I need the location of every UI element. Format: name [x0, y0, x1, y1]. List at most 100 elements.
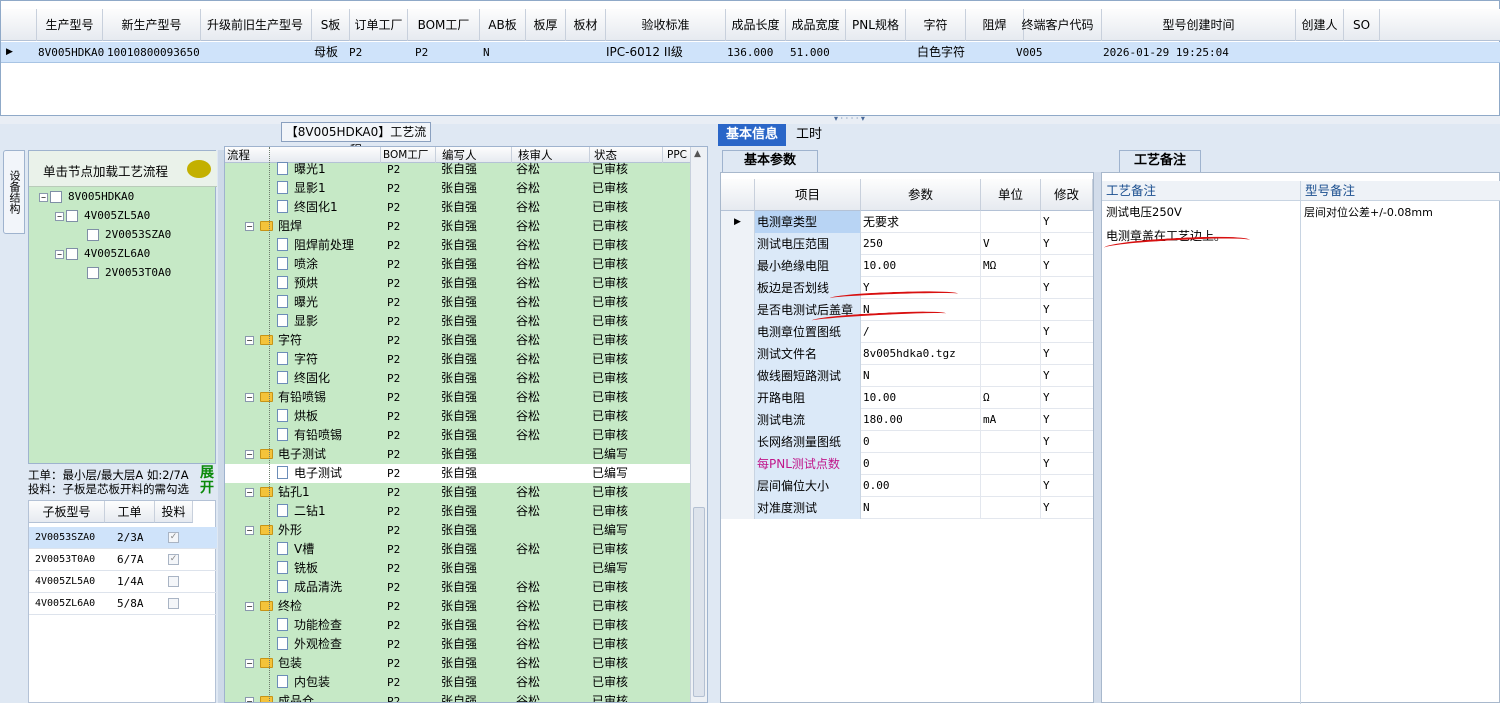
- reviewer-cell[interactable]: 谷松: [516, 331, 540, 350]
- reviewer-cell[interactable]: 谷松: [516, 198, 540, 217]
- flow-row[interactable]: 铣板 P2 张自强 已编写: [225, 559, 691, 578]
- param-edit-cell[interactable]: Y: [1041, 233, 1093, 255]
- param-edit-cell[interactable]: Y: [1041, 255, 1093, 277]
- flow-name-cell[interactable]: V槽: [277, 540, 314, 559]
- reviewer-cell[interactable]: 谷松: [516, 654, 540, 673]
- writer-cell[interactable]: 张自强: [441, 350, 477, 369]
- param-row[interactable]: 测试文件名 8v005hdka0.tgz Y: [721, 343, 1093, 365]
- cell-char[interactable]: 白色字符: [917, 42, 965, 63]
- writer-cell[interactable]: 张自强: [441, 236, 477, 255]
- sub-table-row[interactable]: 4V005ZL6A0 5/8A: [29, 593, 217, 615]
- param-item-cell[interactable]: 每PNL测试点数: [755, 453, 861, 475]
- bom-factory-cell[interactable]: P2: [387, 179, 400, 198]
- writer-cell[interactable]: 张自强: [441, 331, 477, 350]
- param-value-cell[interactable]: 250: [861, 233, 981, 255]
- bom-factory-cell[interactable]: P2: [387, 426, 400, 445]
- writer-cell[interactable]: 张自强: [441, 654, 477, 673]
- col-work-order[interactable]: 工单: [105, 501, 155, 523]
- param-item-cell[interactable]: 最小绝缘电阻: [755, 255, 861, 277]
- cell-order-factory[interactable]: P2: [349, 42, 362, 63]
- tree-checkbox[interactable]: [66, 248, 78, 260]
- bom-factory-cell[interactable]: P2: [387, 540, 400, 559]
- param-edit-cell[interactable]: Y: [1041, 409, 1093, 431]
- param-value-cell[interactable]: 0.00: [861, 475, 981, 497]
- reviewer-cell[interactable]: 谷松: [516, 483, 540, 502]
- flow-row[interactable]: 功能检查 P2 张自强 谷松 已审核: [225, 616, 691, 635]
- status-cell[interactable]: 已编写: [592, 445, 628, 464]
- bom-factory-cell[interactable]: P2: [387, 445, 400, 464]
- cell-length[interactable]: 136.000: [727, 42, 773, 63]
- flow-name-cell[interactable]: 功能检查: [277, 616, 342, 635]
- flow-name-cell[interactable]: − 成品仓: [245, 692, 314, 702]
- reviewer-cell[interactable]: 谷松: [516, 578, 540, 597]
- flow-row[interactable]: − 终检 P2 张自强 谷松 已审核: [225, 597, 691, 616]
- grid-col-header[interactable]: 板材: [566, 9, 606, 41]
- bom-factory-cell[interactable]: P2: [387, 521, 400, 540]
- bom-factory-cell[interactable]: P2: [387, 654, 400, 673]
- grid-col-header[interactable]: 成品宽度: [786, 9, 846, 41]
- flow-name-cell[interactable]: 曝光1: [277, 160, 326, 179]
- reviewer-cell[interactable]: 谷松: [516, 217, 540, 236]
- flow-name-cell[interactable]: 二钻1: [277, 502, 326, 521]
- param-row[interactable]: 电测章位置图纸 / Y: [721, 321, 1093, 343]
- col-param[interactable]: 参数: [861, 179, 981, 211]
- collapse-icon[interactable]: −: [245, 450, 254, 459]
- flow-row[interactable]: 预烘 P2 张自强 谷松 已审核: [225, 274, 691, 293]
- param-row[interactable]: 测试电压范围 250 V Y: [721, 233, 1093, 255]
- status-cell[interactable]: 已审核: [592, 616, 628, 635]
- reviewer-cell[interactable]: 谷松: [516, 426, 540, 445]
- bom-factory-cell[interactable]: P2: [387, 578, 400, 597]
- flow-row[interactable]: − 字符 P2 张自强 谷松 已审核: [225, 331, 691, 350]
- writer-cell[interactable]: 张自强: [441, 559, 477, 578]
- feed-checkbox[interactable]: [168, 598, 179, 609]
- cell-prod-model[interactable]: 8V005HDKA0: [38, 42, 104, 63]
- model-note[interactable]: 层间对位公差+/-0.08mm: [1304, 204, 1433, 220]
- writer-cell[interactable]: 张自强: [441, 426, 477, 445]
- param-unit-cell[interactable]: mA: [981, 409, 1041, 431]
- writer-cell[interactable]: 张自强: [441, 293, 477, 312]
- param-row[interactable]: 对准度测试 N Y: [721, 497, 1093, 519]
- scroll-up-icon[interactable]: ▲: [694, 149, 701, 159]
- status-cell[interactable]: 已审核: [592, 407, 628, 426]
- reviewer-cell[interactable]: 谷松: [516, 179, 540, 198]
- flow-name-cell[interactable]: 阻焊前处理: [277, 236, 354, 255]
- param-unit-cell[interactable]: [981, 365, 1041, 387]
- reviewer-cell[interactable]: 谷松: [516, 616, 540, 635]
- flow-row[interactable]: 内包装 P2 张自强 谷松 已审核: [225, 673, 691, 692]
- flow-row[interactable]: 有铅喷锡 P2 张自强 谷松 已审核: [225, 426, 691, 445]
- status-cell[interactable]: 已审核: [592, 312, 628, 331]
- param-item-cell[interactable]: 测试文件名: [755, 343, 861, 365]
- reviewer-cell[interactable]: 谷松: [516, 635, 540, 654]
- cell-bom-factory[interactable]: P2: [415, 42, 428, 63]
- param-item-cell[interactable]: 长网络测量图纸: [755, 431, 861, 453]
- flow-row[interactable]: 显影 P2 张自强 谷松 已审核: [225, 312, 691, 331]
- flow-row[interactable]: − 钻孔1 P2 张自强 谷松 已审核: [225, 483, 691, 502]
- flow-name-cell[interactable]: 显影: [277, 312, 318, 331]
- flow-row[interactable]: 显影1 P2 张自强 谷松 已审核: [225, 179, 691, 198]
- status-cell[interactable]: 已审核: [592, 160, 628, 179]
- collapse-icon[interactable]: −: [55, 249, 64, 259]
- tree-node-root[interactable]: − 8V005HDKA0: [39, 190, 134, 203]
- flow-name-cell[interactable]: 有铅喷锡: [277, 426, 342, 445]
- reviewer-cell[interactable]: 谷松: [516, 293, 540, 312]
- tree-node[interactable]: − 4V005ZL5A0: [55, 209, 150, 222]
- grid-col-header[interactable]: BOM工厂: [408, 9, 480, 41]
- tree-node[interactable]: 2V0053SZA0: [87, 228, 171, 241]
- status-cell[interactable]: 已审核: [592, 331, 628, 350]
- bom-factory-cell[interactable]: P2: [387, 350, 400, 369]
- reviewer-cell[interactable]: 谷松: [516, 502, 540, 521]
- param-edit-cell[interactable]: Y: [1041, 431, 1093, 453]
- param-edit-cell[interactable]: Y: [1041, 277, 1093, 299]
- flow-row[interactable]: 曝光 P2 张自强 谷松 已审核: [225, 293, 691, 312]
- flow-name-cell[interactable]: − 阻焊: [245, 217, 302, 236]
- notes-splitter[interactable]: [1094, 172, 1101, 703]
- sub-model-cell[interactable]: 2V0053SZA0: [35, 527, 95, 549]
- bom-factory-cell[interactable]: P2: [387, 331, 400, 350]
- process-note-line1[interactable]: 测试电压250V: [1106, 204, 1182, 220]
- writer-cell[interactable]: 张自强: [441, 445, 477, 464]
- param-value-cell[interactable]: 180.00: [861, 409, 981, 431]
- grid-col-header[interactable]: 板厚: [526, 9, 566, 41]
- param-edit-cell[interactable]: Y: [1041, 365, 1093, 387]
- flow-name-cell[interactable]: 铣板: [277, 559, 318, 578]
- cell-s-board[interactable]: 母板: [314, 42, 338, 63]
